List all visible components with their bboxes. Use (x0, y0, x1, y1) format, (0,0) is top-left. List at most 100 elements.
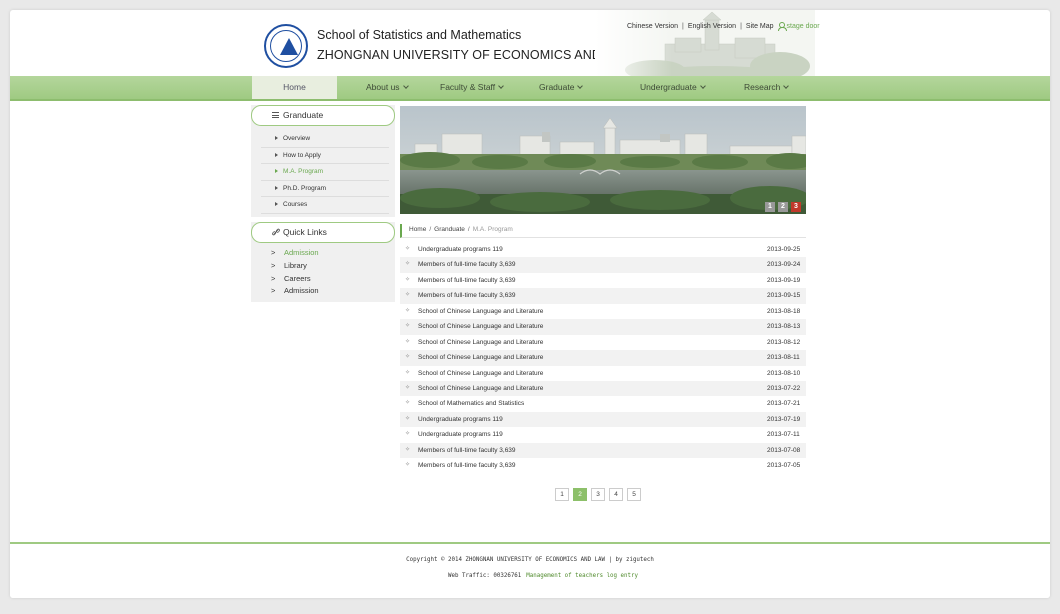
campus-photo (400, 106, 806, 214)
page-4-button[interactable]: 4 (609, 488, 623, 501)
quick-link-admission-2[interactable]: > Admission (271, 285, 319, 298)
sidebar-item-label: M.A. Program (283, 168, 324, 175)
bullet-icon: ✧ (405, 400, 411, 407)
news-row[interactable]: ✧ School of Chinese Language and Literatu… (400, 350, 806, 366)
link-icon (272, 228, 280, 236)
news-row[interactable]: ✧ Undergraduate programs 119 2013-07-11 (400, 427, 806, 442)
sidebar-item-ma-program[interactable]: M.A. Program (261, 164, 389, 181)
bullet-icon: ✧ (405, 261, 411, 268)
news-title[interactable]: School of Chinese Language and Literatur… (418, 350, 543, 365)
site-header: School of Statistics and Mathematics ZHO… (10, 10, 1050, 76)
sidebar-item-overview[interactable]: Overview (261, 131, 389, 148)
sidebar-item-phd-program[interactable]: Ph.D. Program (261, 181, 389, 197)
news-row[interactable]: ✧ School of Chinese Language and Literatu… (400, 380, 806, 397)
quick-link-label: Admission (284, 248, 319, 257)
nav-research-label: Research (744, 82, 781, 92)
page-1-button[interactable]: 1 (555, 488, 569, 501)
news-date: 2013-08-18 (767, 307, 801, 315)
bullet-icon: ✧ (405, 415, 411, 422)
news-row[interactable]: ✧ Members of full-time faculty 3,639 2013-… (400, 257, 806, 273)
news-title[interactable]: School of Chinese Language and Literatur… (418, 366, 543, 381)
graduate-menu-title: Granduate (283, 110, 324, 120)
news-row[interactable]: ✧ Members of full-time faculty 3,639 2013-… (400, 273, 806, 288)
sidebar-item-courses[interactable]: Courses (261, 197, 389, 214)
news-title[interactable]: Members of full-time faculty 3,639 (418, 443, 516, 458)
link-separator: | (740, 22, 742, 30)
nav-research[interactable]: Research (744, 76, 790, 99)
nav-about-us[interactable]: About us (366, 76, 409, 99)
news-row[interactable]: ✧ Undergraduate programs 119 2013-09-25 (400, 242, 806, 257)
news-row[interactable]: ✧ School of Mathematics and Statistics 201… (400, 396, 806, 411)
news-title[interactable]: Members of full-time faculty 3,639 (418, 288, 516, 303)
news-row[interactable]: ✧ School of Chinese Language and Literatu… (400, 304, 806, 319)
news-title[interactable]: Members of full-time faculty 3,639 (418, 273, 516, 288)
nav-undergraduate[interactable]: Undergraduate (640, 76, 706, 99)
stage-door-label: stage door (786, 22, 820, 30)
news-date: 2013-09-19 (767, 276, 801, 284)
nav-faculty-staff[interactable]: Faculty & Staff (440, 76, 504, 99)
chevron-down-icon (577, 83, 584, 89)
nav-home[interactable]: Home (252, 76, 337, 99)
banner-page-1[interactable]: 1 (765, 202, 775, 212)
banner-page-3[interactable]: 3 (791, 202, 801, 212)
news-title[interactable]: School of Chinese Language and Literatur… (418, 335, 543, 350)
quick-link-library[interactable]: > Library (271, 260, 319, 273)
news-date: 2013-09-25 (767, 246, 801, 253)
page-2-button[interactable]: 2 (573, 488, 587, 501)
news-title[interactable]: Members of full-time faculty 3,639 (418, 458, 516, 473)
campus-illustration (595, 10, 815, 76)
news-title[interactable]: Undergraduate programs 119 (418, 242, 503, 257)
quick-link-careers[interactable]: > Careers (271, 273, 319, 286)
chevron-down-icon (498, 83, 504, 89)
page-3-button[interactable]: 3 (591, 488, 605, 501)
news-title[interactable]: School of Chinese Language and Literatur… (418, 319, 543, 334)
nav-undergraduate-label: Undergraduate (640, 82, 697, 92)
arrow-right-icon (275, 152, 278, 157)
quick-links-box: Quick Links > Admission > Library > Careers… (251, 222, 395, 302)
nav-graduate[interactable]: Graduate (539, 76, 584, 99)
news-row[interactable]: ✧ Members of full-time faculty 3,639 2013-… (400, 288, 806, 304)
news-date: 2013-07-22 (767, 384, 801, 392)
breadcrumb-separator: / (467, 226, 470, 233)
bullet-icon: ✧ (405, 307, 411, 314)
bullet-icon: ✧ (405, 354, 411, 361)
news-row[interactable]: ✧ Members of full-time faculty 3,639 2013-… (400, 458, 806, 473)
news-title[interactable]: Undergraduate programs 119 (418, 412, 503, 427)
menu-icon (272, 112, 279, 118)
page-5-button[interactable]: 5 (627, 488, 641, 501)
news-row[interactable]: ✧ Members of full-time faculty 3,639 2013-… (400, 442, 806, 459)
news-row[interactable]: ✧ School of Chinese Language and Literatu… (400, 366, 806, 381)
chinese-version-link[interactable]: Chinese Version (627, 23, 678, 30)
news-row[interactable]: ✧ Undergraduate programs 119 2013-07-19 (400, 411, 806, 428)
bullet-icon: ✧ (405, 292, 411, 299)
user-icon (777, 22, 787, 31)
news-date: 2013-08-13 (767, 323, 801, 331)
nav-about-us-label: About us (366, 82, 400, 92)
school-name: School of Statistics and Mathematics (317, 28, 522, 42)
quick-link-admission[interactable]: > Admission (271, 247, 319, 260)
sidebar-item-label: How to Apply (283, 151, 321, 159)
breadcrumb-home[interactable]: Home (409, 226, 426, 233)
main-nav: Home About us Faculty & Staff Graduate U… (10, 76, 1050, 101)
news-title[interactable]: School of Mathematics and Statistics (418, 396, 524, 411)
news-title[interactable]: Undergraduate programs 119 (418, 427, 503, 442)
news-row[interactable]: ✧ School of Chinese Language and Literatu… (400, 319, 806, 335)
campus-banner[interactable]: 1 2 3 (400, 106, 806, 214)
site-map-link[interactable]: Site Map (746, 23, 774, 30)
news-title[interactable]: School of Chinese Language and Literatur… (418, 304, 543, 319)
banner-page-2[interactable]: 2 (778, 202, 788, 212)
stage-door-link[interactable]: stage door (777, 22, 820, 31)
gt-icon: > (271, 248, 276, 257)
news-title[interactable]: Members of full-time faculty 3,639 (418, 257, 516, 272)
news-row[interactable]: ✧ School of Chinese Language and Literatu… (400, 335, 806, 350)
management-login-link[interactable]: Management of teachers log entry (526, 573, 638, 579)
news-title[interactable]: School of Chinese Language and Literatur… (418, 381, 543, 396)
breadcrumb-graduate[interactable]: Granduate (434, 226, 465, 233)
sidebar-item-how-to-apply[interactable]: How to Apply (261, 148, 389, 164)
university-logo-icon[interactable] (264, 24, 308, 68)
news-date: 2013-07-21 (767, 400, 801, 408)
quick-link-label: Careers (284, 273, 311, 283)
news-date: 2013-08-12 (767, 338, 801, 346)
nav-home-label: Home (283, 82, 306, 92)
english-version-link[interactable]: English Version (688, 23, 736, 30)
